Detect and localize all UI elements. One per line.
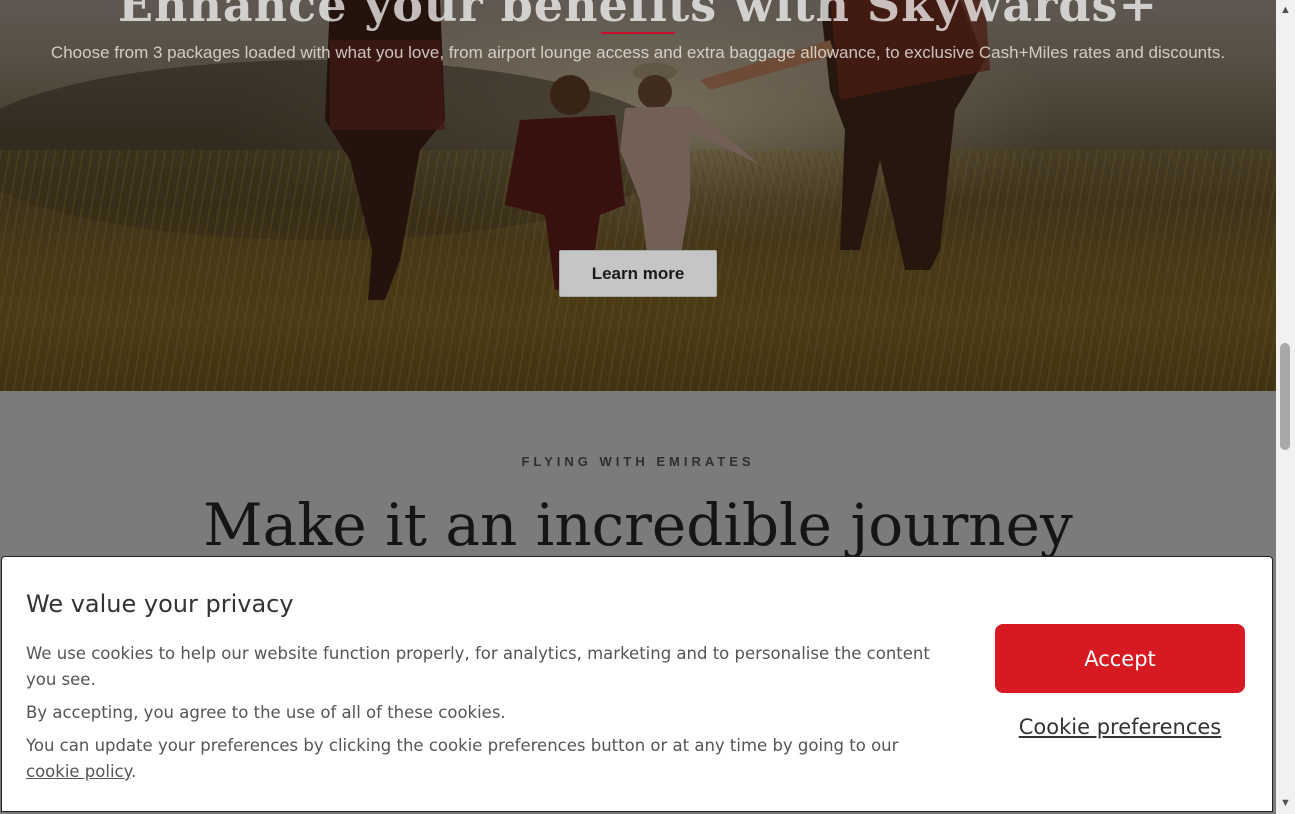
arrow-up-icon[interactable]: ▲ [1276, 2, 1295, 19]
hero-title: Enhance your benefits with Skywards+ [117, 0, 1158, 32]
hero-divider [601, 32, 675, 34]
vertical-scrollbar[interactable]: ▲ ▼ [1276, 0, 1295, 814]
arrow-down-icon[interactable]: ▼ [1276, 795, 1295, 812]
cookie-preferences-button[interactable]: Cookie preferences [995, 715, 1245, 739]
cookie-text-preferences: You can update your preferences by click… [26, 733, 956, 785]
cookie-text-preferences-prefix: You can update your preferences by click… [26, 736, 899, 755]
learn-more-button[interactable]: Learn more [559, 250, 717, 297]
accept-cookies-button[interactable]: Accept [995, 624, 1245, 693]
cookie-text-preferences-suffix: . [131, 762, 137, 781]
cookie-text-consent: By accepting, you agree to the use of al… [26, 703, 506, 722]
scrollbar-thumb[interactable] [1280, 343, 1290, 450]
cookie-banner-title: We value your privacy [26, 590, 294, 618]
page-viewport: Enhance your benefits with Skywards+ Cho… [0, 0, 1276, 814]
cookie-text-usage: We use cookies to help our website funct… [26, 644, 930, 689]
cookie-consent-banner: We value your privacy We use cookies to … [1, 556, 1273, 812]
cookie-policy-link[interactable]: cookie policy [26, 762, 131, 781]
section-title: Make it an incredible journey [203, 491, 1073, 559]
hero-subtitle: Choose from 3 packages loaded with what … [50, 43, 1226, 62]
section-eyebrow: FLYING WITH EMIRATES [521, 454, 755, 469]
hero-banner: Enhance your benefits with Skywards+ Cho… [0, 0, 1276, 391]
